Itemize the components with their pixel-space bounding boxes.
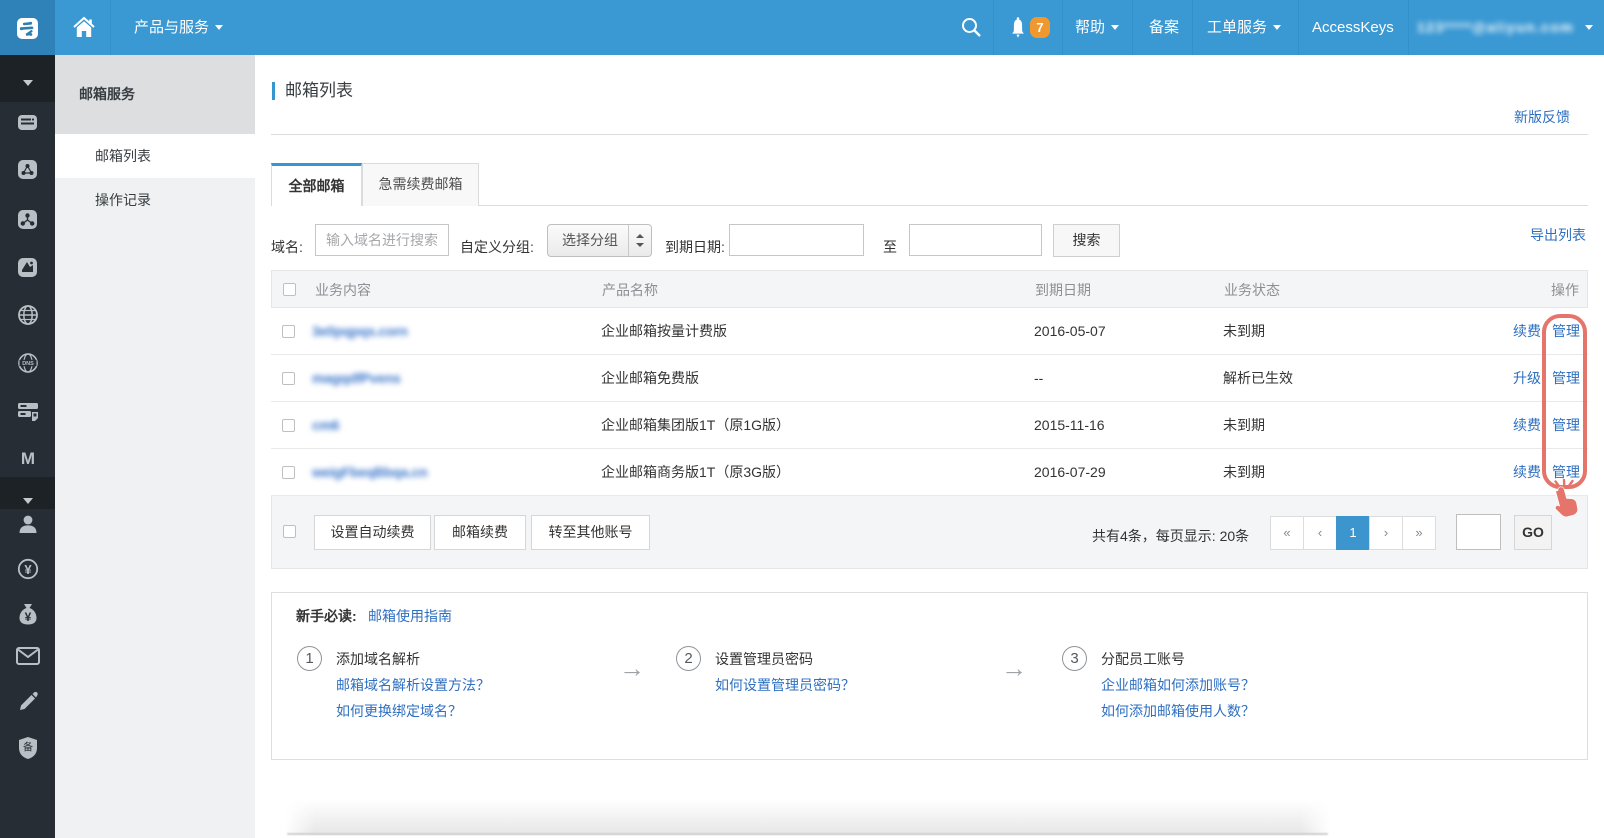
svg-text:M: M bbox=[20, 449, 34, 467]
svg-text:¥: ¥ bbox=[24, 610, 31, 624]
svg-text:备: 备 bbox=[23, 741, 33, 754]
svg-text:DNS: DNS bbox=[22, 361, 34, 367]
svg-text:¥: ¥ bbox=[24, 562, 32, 577]
